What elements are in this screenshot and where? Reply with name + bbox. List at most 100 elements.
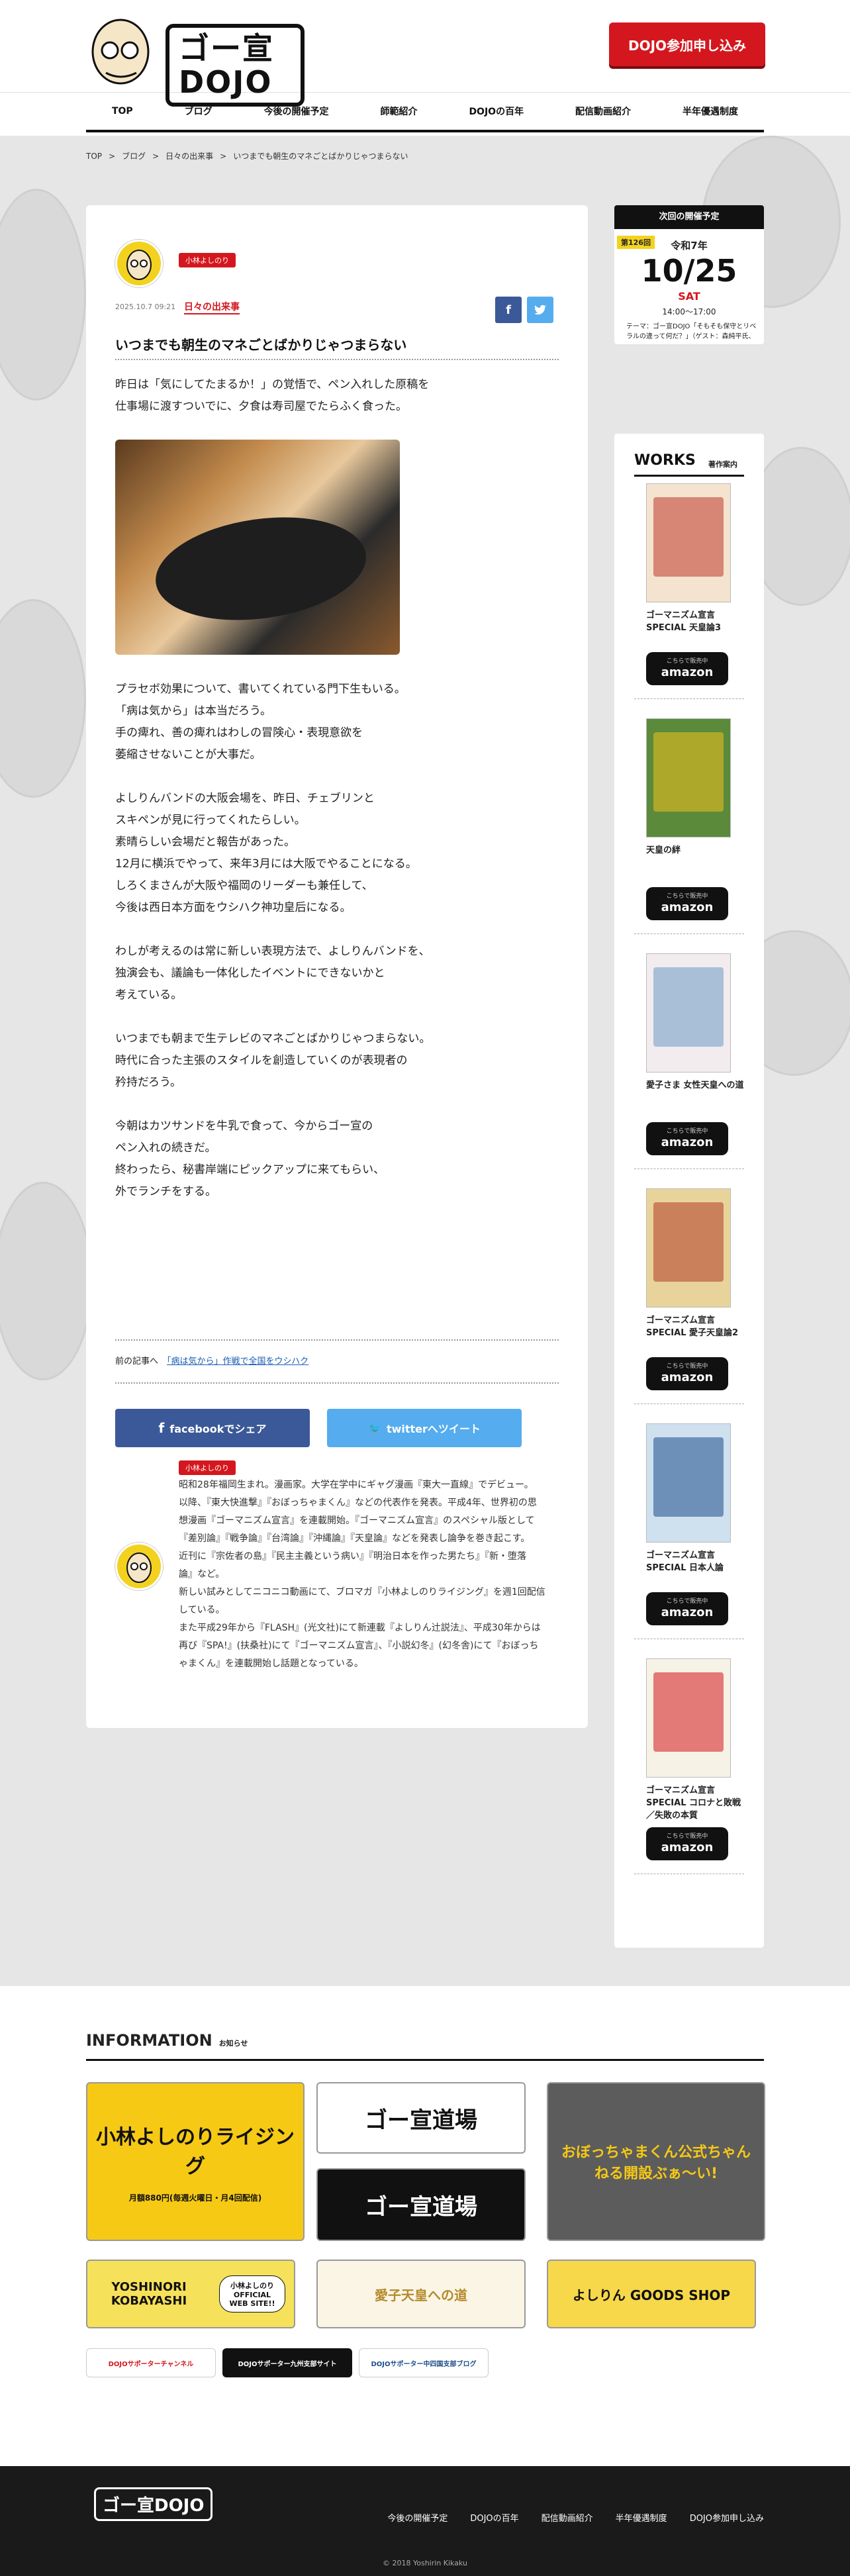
nav-masters[interactable]: 師範紹介 [381,105,418,118]
dojo-apply-button[interactable]: DOJO参加申し込み [609,23,765,66]
divider [634,933,744,934]
footer-logo[interactable]: ゴー宣DOJO [94,2487,213,2521]
main-area: TOP > ブログ > 日々の出来事 > いつまでも朝生のマネごとばかりじゃつまらない 小林… [0,136,850,1986]
book-title[interactable]: ゴーマニズム宣言SPECIAL 天皇論3 [646,609,745,634]
site-header: ゴー宣DOJO DOJO参加申し込み [0,0,850,107]
next-event-widget[interactable]: 次回の開催予定 第126回 令和7年 10/25 SAT 14:00〜17:00… [614,205,764,344]
bio-author-badge[interactable]: 小林よしのり [179,1460,236,1475]
divider [634,475,744,477]
facebook-share-icon[interactable]: f [495,297,522,323]
footer-nav-videos[interactable]: 配信動画紹介 [542,2511,593,2524]
bio-line: 想漫画『ゴーマニズム宣言』を連載開始。『ゴーマニズム宣言』のスペシャル版として [179,1515,535,1526]
line: しろくまさんが大阪や福岡のリーダーも兼任して、 [115,879,373,892]
rising-banner[interactable]: 小林よしのりライジング 月額880円(毎週火曜日・月4回配信) [86,2082,305,2241]
facebook-share-button[interactable]: f facebookでシェア [115,1409,310,1447]
event-day: SAT [678,290,700,303]
line: 手の痺れ、善の痺れはわしの冒険心・表現意欲を [115,726,363,739]
chushikoku-branch-banner[interactable]: DOJOサポーター中四国支部ブログ [359,2348,489,2377]
bio-avatar [115,1543,163,1590]
nav-top[interactable]: TOP [112,106,133,117]
book-cover[interactable] [646,953,731,1073]
event-time: 14:00〜17:00 [662,307,716,316]
paragraph: 今朝はカツサンドを牛乳で食って、今からゴー宣の ペン入れの続きだ。 終わったら、秘書… [115,1116,559,1203]
works-heading: WORKS [634,452,696,469]
line: プラセボ効果について、書いてくれている門下生もいる。 [115,683,406,696]
twitter-share-icon[interactable] [527,297,553,323]
breadcrumb-category[interactable]: 日々の出来事 [165,152,213,161]
book-cover[interactable] [646,1423,731,1543]
amazon-buy-button[interactable]: こちらで販売中 amazon [646,652,728,685]
event-date: 10/25 [641,253,737,289]
breadcrumb-top[interactable]: TOP [86,152,102,161]
facebook-share-label: facebookでシェア [169,1423,267,1435]
banner-title: DOJOサポーター中四国支部ブログ [371,2360,477,2368]
nav-hundred-years[interactable]: DOJOの百年 [469,105,524,118]
next-event-heading: 次回の開催予定 [614,205,764,229]
event-theme: テーマ：ゴー宣DOJO「そもそも保守とリベラルの違って何だ？」（ゲスト：森純平氏… [626,323,757,340]
supporter-channel-banner[interactable]: DOJOサポーターチャンネル [86,2348,216,2377]
site-logo[interactable]: ゴー宣DOJO [86,12,305,107]
site-footer: ゴー宣DOJO 今後の開催予定 DOJOの百年 配信動画紹介 半年優遇制度 DO… [0,2466,850,2576]
nav-videos[interactable]: 配信動画紹介 [575,105,631,118]
information-subheading: お知らせ [218,2039,248,2048]
goods-shop-banner[interactable]: よしりん GOODS SHOP [547,2260,756,2328]
bio-line: 再び『SPA!』(扶桑社)にて『ゴーマニズム宣言』、『小説幻冬』(幻冬舎)にて『… [179,1641,539,1651]
line: 仕事場に渡すついでに、夕食は寿司屋でたらふく食った。 [115,400,407,413]
twitter-icon: 🐦 [368,1421,381,1435]
book-title[interactable]: 愛子さま 女性天皇への道 [646,1079,745,1092]
line: 時代に合った主張のスタイルを創造していくのが表現者の [115,1054,408,1067]
line: よしりんバンドの大阪会場を、昨日、チェブリンと [115,792,375,805]
kyushu-branch-banner[interactable]: DOJOサポーター九州支部サイト [222,2348,352,2377]
bio-line: ゃまくん』を連載開始し話題となっている。 [179,1658,363,1669]
footer-nav-apply[interactable]: DOJO参加申し込み [690,2511,764,2524]
book-title[interactable]: 天皇の絆 [646,844,745,857]
aiko-road-banner[interactable]: 愛子天皇への道 [316,2260,526,2328]
amazon-buy-button[interactable]: こちらで販売中 amazon [646,887,728,920]
line: 素晴らしい会場だと報告があった。 [115,835,295,849]
twitter-share-button[interactable]: 🐦 twitterへツイート [327,1409,522,1447]
amazon-logo-text: amazon [661,1370,714,1384]
breadcrumb-current: いつまでも朝生のマネごとばかりじゃつまらない [233,152,408,161]
book-cover[interactable] [646,1658,731,1778]
book-cover[interactable] [646,1188,731,1308]
footer-nav-schedule[interactable]: 今後の開催予定 [387,2511,448,2524]
amazon-buy-button[interactable]: こちらで販売中 amazon [646,1827,728,1860]
book-cover-art [653,967,724,1047]
official-site-banner[interactable]: YOSHINORI KOBAYASHI 小林よしのり OFFICIAL WEB … [86,2260,295,2328]
dojo-niconico-banner[interactable]: ゴー宣道場 [316,2082,526,2154]
dojo-youtube-banner[interactable]: ゴー宣道場 [316,2168,526,2241]
post-date: 2025.10.7 09:21 [115,303,176,311]
category-link[interactable]: 日々の出来事 [184,300,240,314]
prev-label: 前の記事へ [115,1357,159,1366]
bio-line: 新しい試みとしてニコニコ動画にて、ブロマガ『小林よしのりライジング』を週1回配信 [179,1587,545,1598]
footer-nav-hundred-years[interactable]: DOJOの百年 [470,2511,518,2524]
obocchama-channel-banner[interactable]: おぼっちゃまくん公式ちゃんねる開設ぶぁ〜い! [547,2082,765,2241]
event-era: 令和7年 [671,240,708,252]
amazon-buy-button[interactable]: こちらで販売中 amazon [646,1592,728,1625]
nav-half-year[interactable]: 半年優遇制度 [683,105,738,118]
book-title[interactable]: ゴーマニズム宣言SPECIAL コロナと敗戦／失敗の本質 [646,1784,745,1822]
breadcrumb-sep: > [109,152,116,161]
footer-nav-half-year[interactable]: 半年優遇制度 [616,2511,667,2524]
book-cover[interactable] [646,718,731,837]
book-title[interactable]: ゴーマニズム宣言SPECIAL 愛子天皇論2 [646,1314,745,1339]
paragraph: プラセボ効果について、書いてくれている門下生もいる。 「病は気から」は本当だろう。… [115,679,559,766]
book-title[interactable]: ゴーマニズム宣言SPECIAL 日本人論 [646,1549,745,1574]
background-character-illustration [0,189,86,401]
amazon-small-label: こちらで販売中 [666,1363,708,1370]
prev-post-link[interactable]: 「病は気から」作戦で全国をウシハク [167,1357,308,1366]
background-character-illustration [0,599,86,798]
author-badge[interactable]: 小林よしのり [179,253,236,267]
amazon-logo-text: amazon [661,1840,714,1854]
amazon-buy-button[interactable]: こちらで販売中 amazon [646,1357,728,1390]
breadcrumb-blog[interactable]: ブログ [122,152,146,161]
bio-line: している。 [179,1605,225,1615]
amazon-buy-button[interactable]: こちらで販売中 amazon [646,1122,728,1155]
breadcrumb: TOP > ブログ > 日々の出来事 > いつまでも朝生のマネごとばかりじゃつまらない [86,150,414,162]
amazon-logo-text: amazon [661,665,714,679]
book-cover[interactable] [646,483,731,602]
line: 矜持だろう。 [115,1076,181,1089]
amazon-small-label: こちらで販売中 [666,1598,708,1605]
banner-title: 小林よしのりライジング [96,2125,295,2178]
amazon-logo-text: amazon [661,1605,714,1619]
